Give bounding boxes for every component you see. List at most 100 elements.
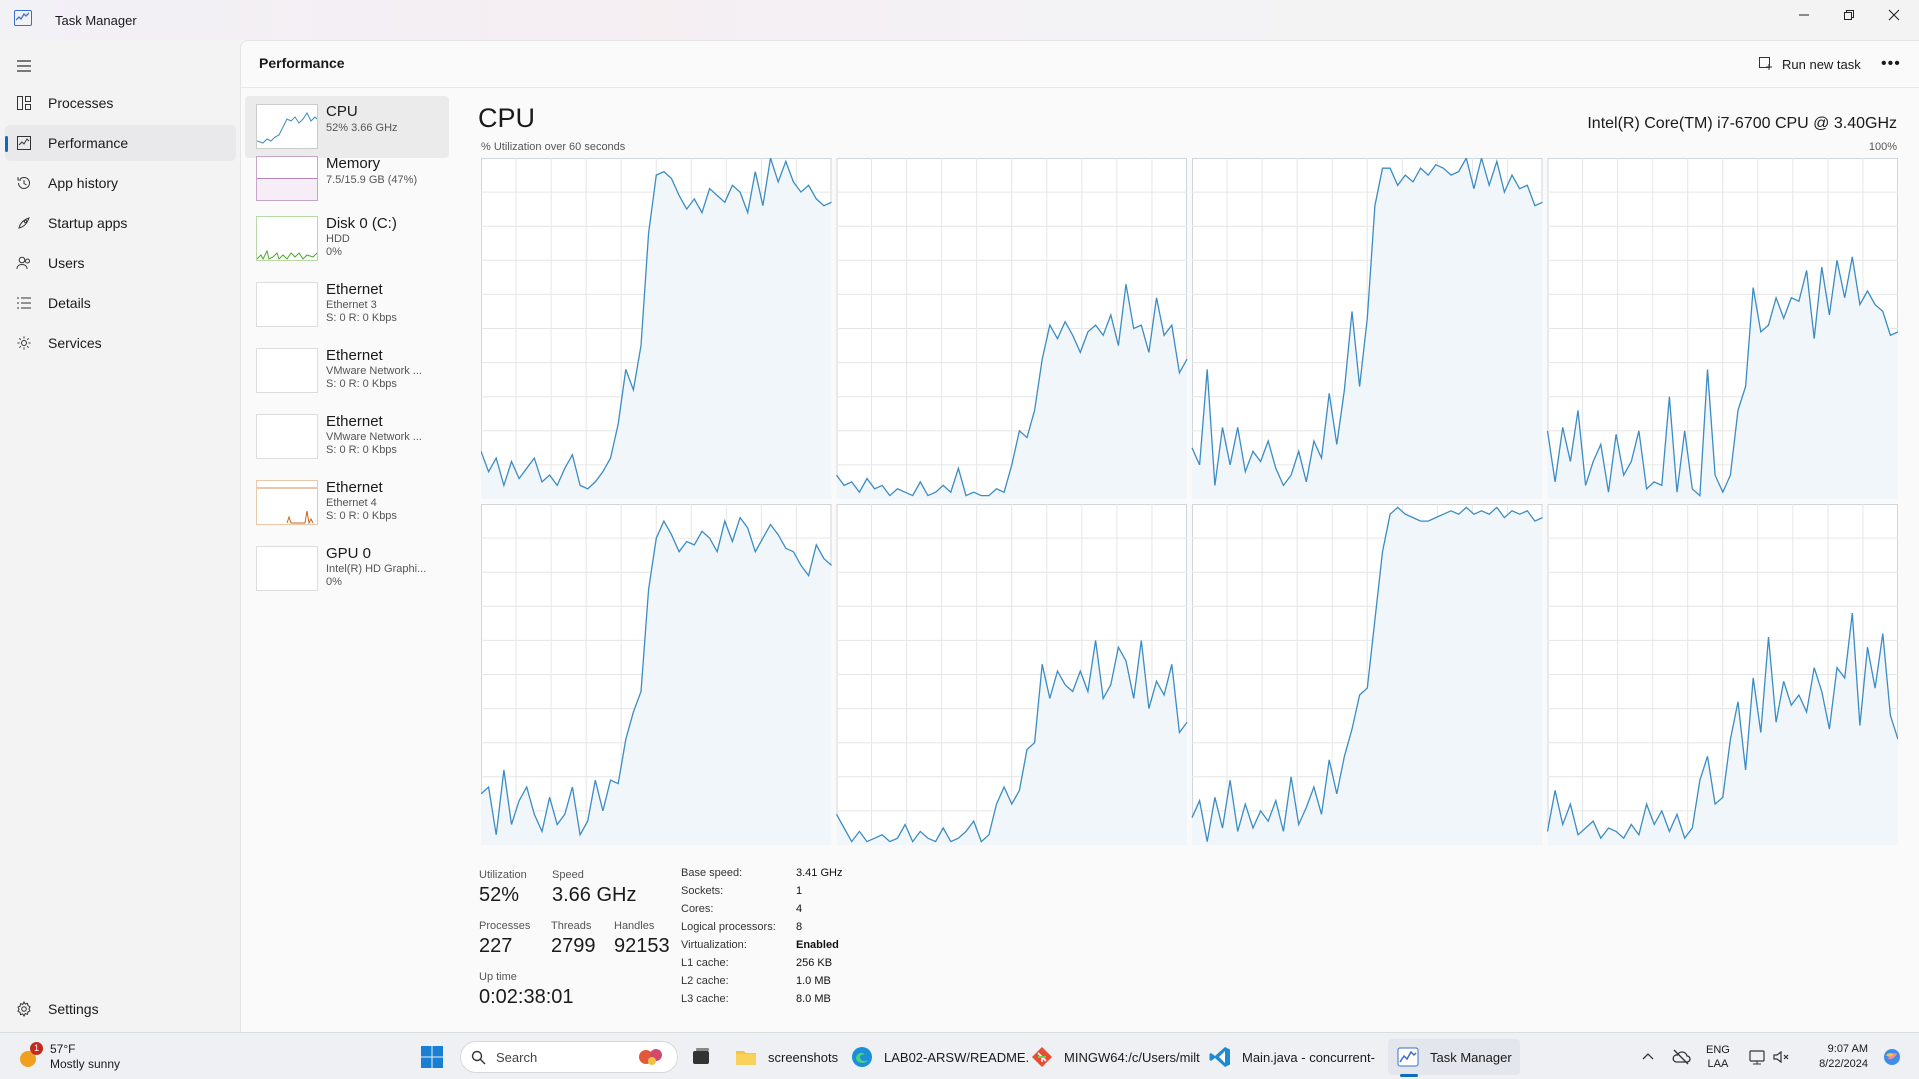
title-bar[interactable]: Task Manager (0, 0, 1919, 40)
taskbar-app-task-manager[interactable]: Task Manager (1388, 1039, 1520, 1077)
resource-value: S: 0 R: 0 Kbps (326, 312, 397, 324)
page-title: Performance (259, 55, 345, 71)
spec-key: Base speed: (681, 867, 743, 879)
volume-muted-icon (1773, 1050, 1789, 1064)
keyboard-layout: LAA (1707, 1058, 1729, 1070)
spec-row: L3 cache: 8.0 MB (681, 993, 941, 1011)
volume-tray-button[interactable] (1772, 1039, 1790, 1075)
sidebar-item-users[interactable]: Users (5, 245, 236, 281)
show-hidden-icons-button[interactable] (1641, 1039, 1655, 1075)
resource-item-memory[interactable]: Memory 7.5/15.9 GB (47%) (245, 148, 449, 210)
taskbar-search-box[interactable]: Search (460, 1041, 678, 1073)
speed-value: 3.66 GHz (552, 884, 637, 906)
minimize-button[interactable] (1781, 0, 1827, 30)
search-placeholder: Search (496, 1050, 538, 1065)
resource-value: S: 0 R: 0 Kbps (326, 378, 397, 390)
weather-sun-icon: 1 (16, 1042, 43, 1069)
uptime-stat: Up time 0:02:38:01 (479, 971, 574, 1009)
utilization-axis-label: % Utilization over 60 seconds (481, 141, 626, 153)
resource-detail: HDD (326, 233, 350, 245)
resource-name: Disk 0 (C:) (326, 215, 397, 232)
users-icon (16, 256, 30, 270)
spec-row: Sockets: 1 (681, 885, 941, 903)
taskbar-app-screenshots[interactable]: screenshots (734, 1039, 838, 1075)
sidebar-item-services[interactable]: Services (5, 325, 236, 361)
input-language-button[interactable]: ENG LAA (1706, 1039, 1730, 1075)
gpu-mini-graph (256, 546, 318, 591)
spec-value: 1.0 MB (796, 975, 831, 987)
resource-item-ethernet-3[interactable]: Ethernet Ethernet 3 S: 0 R: 0 Kbps (245, 274, 449, 336)
resource-name: Ethernet (326, 347, 383, 364)
resource-name: CPU (326, 103, 358, 120)
run-new-task-label: Run new task (1782, 56, 1861, 72)
clock-date: 8/22/2024 (1819, 1058, 1868, 1070)
history-icon (17, 177, 30, 189)
services-icon (17, 336, 31, 350)
sidebar-item-settings[interactable]: Settings (5, 991, 236, 1027)
spec-value: 1 (796, 885, 803, 897)
start-button[interactable] (420, 1039, 444, 1075)
handles-label: Handles (614, 920, 655, 932)
resource-item-gpu[interactable]: GPU 0 Intel(R) HD Graphi... 0% (245, 538, 449, 600)
taskbar: 1 57°F Mostly sunny Search screenshots L… (0, 1032, 1919, 1079)
sidebar-item-processes[interactable]: Processes (5, 85, 236, 121)
ethernet-mini-graph (256, 282, 318, 327)
sidebar-item-details[interactable]: Details (5, 285, 236, 321)
weather-description: Mostly sunny (50, 1057, 121, 1071)
taskbar-app-git-bash[interactable]: MINGW64:/c/Users/milt (1030, 1039, 1200, 1075)
resource-item-disk[interactable]: Disk 0 (C:) HDD 0% (245, 208, 449, 270)
speed-stat: Speed 3.66 GHz (552, 869, 636, 907)
language-code: ENG (1706, 1044, 1730, 1056)
notification-badge: 1 (30, 1042, 43, 1055)
memory-mini-graph (256, 156, 318, 201)
sidebar-item-startup-apps[interactable]: Startup apps (5, 205, 236, 241)
resource-detail: VMware Network ... (326, 365, 422, 377)
taskbar-app-edge[interactable]: LAB02-ARSW/README. (850, 1039, 1029, 1075)
resource-detail: Ethernet 4 (326, 497, 377, 509)
close-button[interactable] (1871, 0, 1917, 30)
copilot-button[interactable] (1880, 1039, 1904, 1075)
resource-item-ethernet-4[interactable]: Ethernet Ethernet 4 S: 0 R: 0 Kbps (245, 472, 449, 534)
resource-name: Memory (326, 155, 381, 172)
spec-value: 256 KB (796, 957, 833, 969)
spec-value: 4 (796, 903, 803, 915)
utilization-value: 52% (479, 884, 520, 906)
spec-key: L3 cache: (681, 993, 729, 1005)
restore-button[interactable] (1826, 0, 1872, 30)
network-tray-button[interactable] (1748, 1039, 1766, 1075)
taskbar-app-label: Task Manager (1430, 1049, 1512, 1065)
taskbar-app-vscode[interactable]: Main.java - concurrent- (1208, 1039, 1375, 1075)
resource-name: Ethernet (326, 413, 383, 430)
sidebar-item-label: Users (48, 255, 85, 271)
resource-item-ethernet-vmware-2[interactable]: Ethernet VMware Network ... S: 0 R: 0 Kb… (245, 406, 449, 468)
ethernet-mini-graph (256, 414, 318, 459)
processes-value: 227 (479, 935, 513, 957)
task-view-button[interactable] (689, 1039, 713, 1075)
spec-key: L2 cache: (681, 975, 729, 987)
search-highlight-icon (636, 1045, 668, 1069)
clock-time: 9:07 AM (1827, 1043, 1868, 1055)
ethernet-mini-graph (256, 480, 318, 525)
sidebar-item-label: Processes (48, 95, 114, 111)
onedrive-tray-button[interactable] (1671, 1039, 1691, 1075)
weather-widget[interactable]: 1 57°F Mostly sunny (16, 1039, 120, 1075)
hamburger-menu-icon[interactable] (14, 56, 34, 76)
cloud-offline-icon (1672, 1049, 1691, 1065)
sidebar-item-label: Settings (48, 1001, 99, 1017)
resource-item-ethernet-vmware-1[interactable]: Ethernet VMware Network ... S: 0 R: 0 Kb… (245, 340, 449, 402)
more-options-button[interactable]: ••• (1881, 55, 1901, 73)
clock[interactable]: 9:07 AM 8/22/2024 (1800, 1039, 1868, 1075)
spec-row: Cores: 4 (681, 903, 941, 921)
resource-detail: VMware Network ... (326, 431, 422, 443)
sidebar-item-app-history[interactable]: App history (5, 165, 236, 201)
spec-row: Virtualization: Enabled (681, 939, 941, 957)
sidebar-item-label: Details (48, 295, 91, 311)
gear-icon (17, 1001, 31, 1017)
spec-row: Logical processors: 8 (681, 921, 941, 939)
sidebar-item-performance[interactable]: Performance (5, 125, 236, 161)
spec-key: Logical processors: (681, 921, 776, 933)
copilot-icon (1884, 1049, 1900, 1065)
task-manager-icon (1397, 1047, 1419, 1067)
run-new-task-button[interactable]: Run new task (1758, 56, 1861, 72)
resource-detail: 52% 3.66 GHz (326, 122, 398, 134)
